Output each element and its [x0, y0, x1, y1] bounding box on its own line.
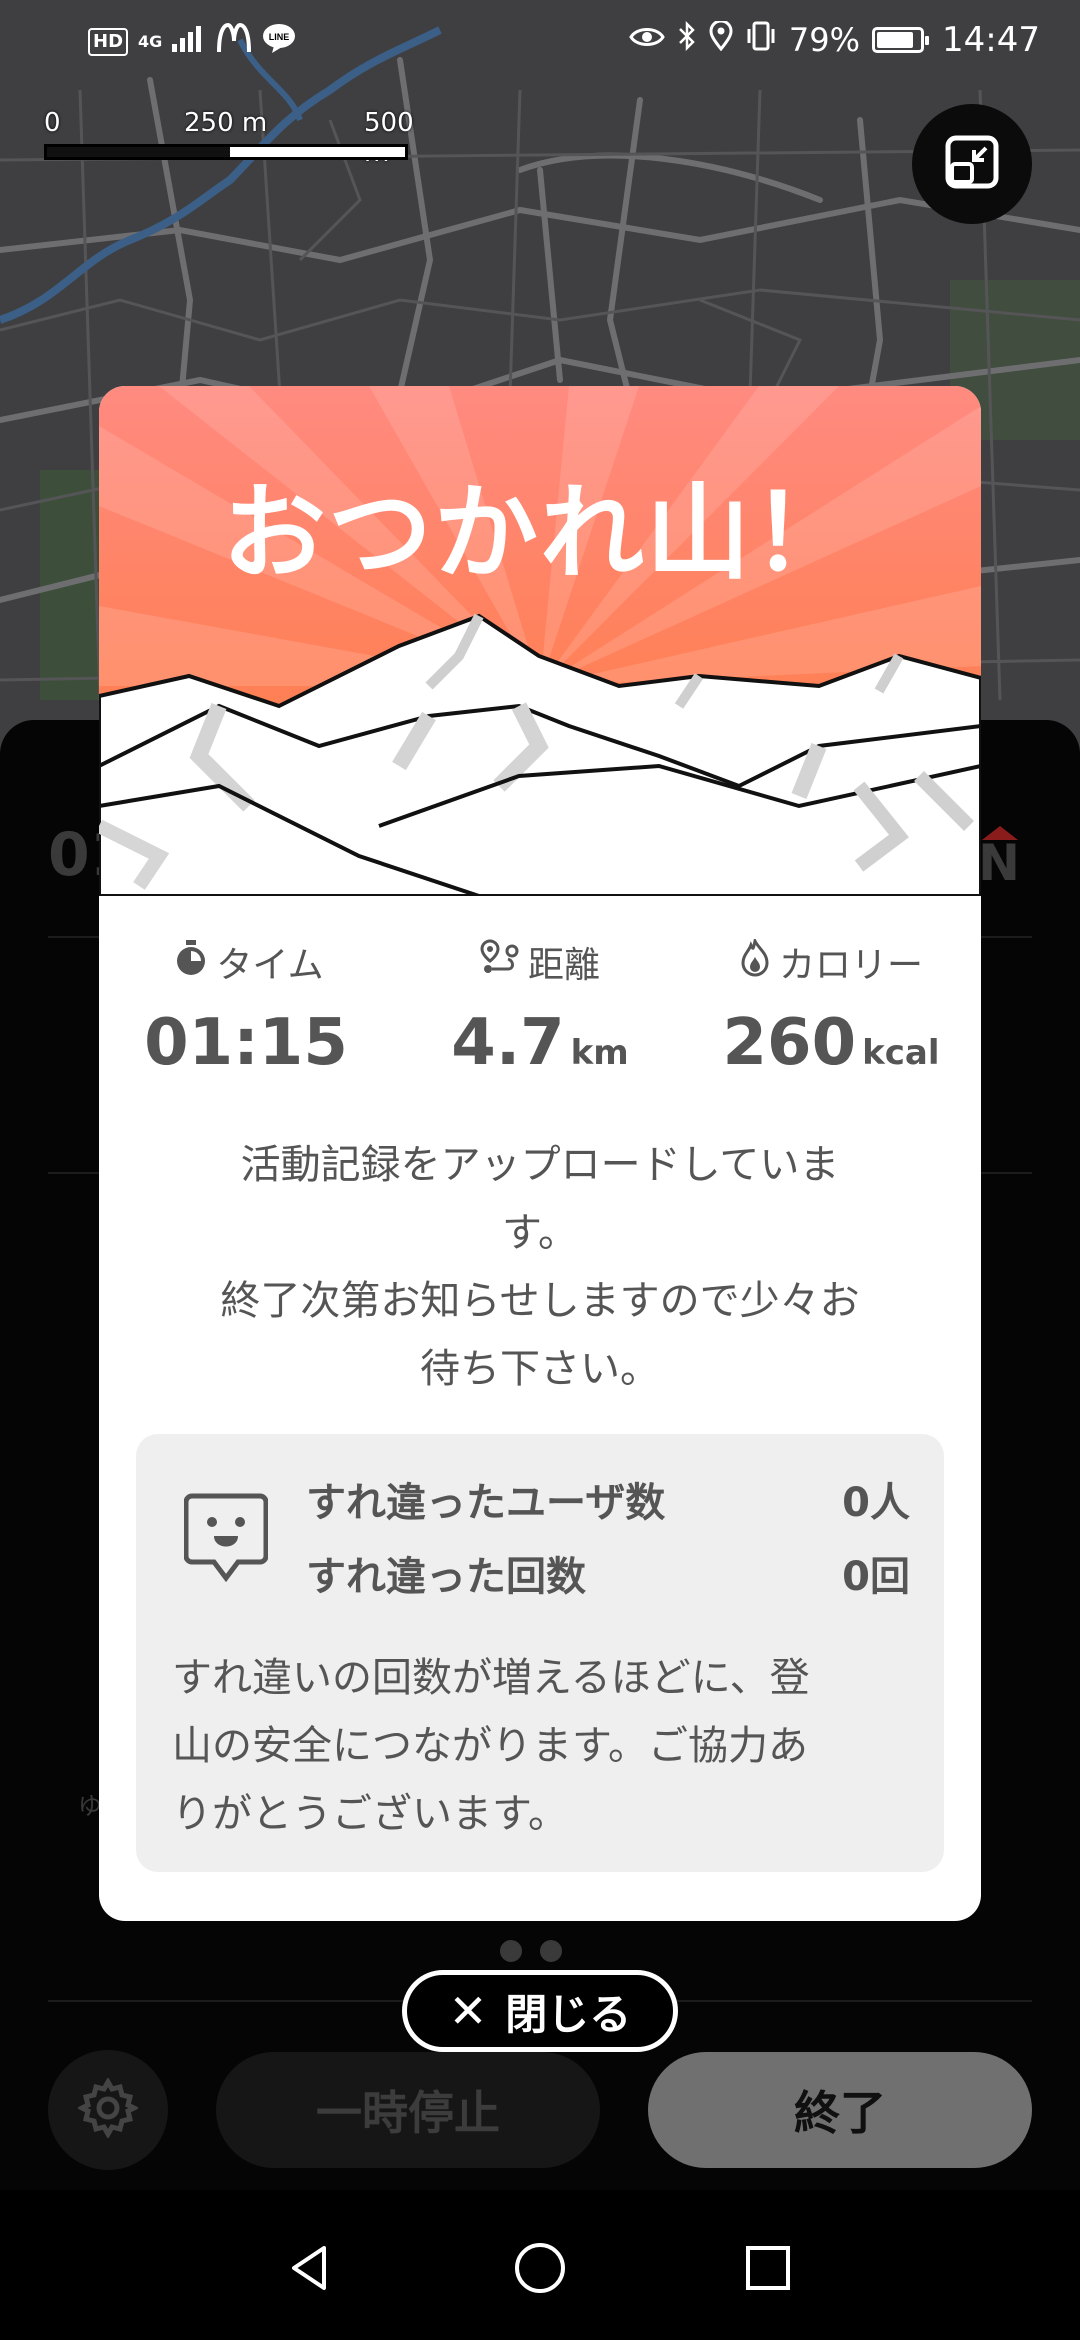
encounter-note-line: りがとうございます。	[172, 1791, 568, 1837]
encounter-card: すれ違ったユーザ数 0人 すれ違った回数 0回 すれ違いの回数が増えるほどに、登…	[136, 1434, 944, 1872]
stats-row: タイム 01:15 距離 4.7 km カロリー 260 kcal	[99, 935, 981, 1086]
location-icon	[709, 19, 733, 59]
dialog-title: おつかれ山！	[221, 472, 858, 594]
line-app-icon: LINE	[262, 22, 296, 62]
hd-indicator: HD	[88, 28, 129, 56]
home-icon	[512, 2240, 568, 2300]
encounter-users-label: すれ違ったユーザ数	[306, 1480, 666, 1526]
stat-unit: kcal	[862, 1033, 940, 1073]
status-left: HD 4G LINE	[88, 22, 296, 62]
status-bar: HD 4G LINE 79% 14:47	[0, 0, 1080, 82]
map-resize-button[interactable]	[912, 104, 1032, 224]
gear-icon	[76, 2076, 140, 2142]
route-icon	[480, 938, 520, 986]
back-button[interactable]	[250, 2200, 370, 2340]
upload-message-line: 終了次第お知らせしますので少々お	[220, 1278, 860, 1324]
encounter-face-icon	[183, 1492, 269, 1586]
compass-partial: N	[978, 834, 1020, 892]
finish-button[interactable]: 終了	[648, 2052, 1032, 2168]
map-scale: 0 250 m 500 m	[44, 108, 414, 168]
map-resize-icon	[942, 132, 1002, 196]
home-button[interactable]	[480, 2200, 600, 2340]
clock: 14:47	[942, 20, 1040, 60]
stat-label: 距離	[527, 945, 600, 986]
bluetooth-icon	[677, 20, 697, 59]
encounter-count-label: すれ違った回数	[306, 1554, 586, 1600]
upload-message-line: 活動記録をアップロードしていま	[240, 1142, 840, 1188]
system-nav-bar	[0, 2200, 1080, 2340]
stat-calories: カロリー 260 kcal	[711, 935, 951, 1080]
close-icon: ✕	[448, 1984, 488, 2038]
scale-label-0: 0	[44, 108, 61, 138]
stat-label: タイム	[216, 945, 324, 986]
upload-message: 活動記録をアップロードしていま す。 終了次第お知らせしますので少々お 待ち下さ…	[165, 1131, 915, 1403]
encounter-note: すれ違いの回数が増えるほどに、登 山の安全につながります。ご協力あ りがとうござ…	[172, 1644, 912, 1848]
encounter-users-value: 0人	[842, 1480, 910, 1526]
hero-banner: おつかれ山！	[99, 386, 981, 896]
network-type: 4G	[138, 32, 163, 51]
encounter-note-line: 山の安全につながります。ご協力あ	[172, 1723, 808, 1769]
timer-icon	[174, 939, 208, 986]
encounter-count-row: すれ違った回数 0回	[306, 1544, 910, 1602]
upload-message-line: す。	[502, 1210, 578, 1256]
stat-distance: 距離 4.7 km	[420, 936, 660, 1080]
svg-text:LINE: LINE	[269, 32, 290, 42]
encounter-users-row: すれ違ったユーザ数 0人	[306, 1470, 910, 1528]
page-dot	[540, 1940, 562, 1962]
battery-icon	[872, 27, 930, 53]
close-button[interactable]: ✕ 閉じる	[402, 1970, 678, 2052]
stat-unit: km	[570, 1033, 629, 1073]
recents-icon	[742, 2242, 794, 2298]
page-dot	[500, 1940, 522, 1962]
scale-bar	[44, 144, 408, 160]
stat-label: カロリー	[778, 945, 923, 986]
stat-value: 4.7	[451, 1006, 565, 1080]
battery-percent: 79%	[788, 21, 861, 59]
stat-time: タイム 01:15	[129, 936, 369, 1080]
stat-value: 260	[722, 1006, 857, 1080]
recents-button[interactable]	[708, 2200, 828, 2340]
settings-button[interactable]	[48, 2050, 168, 2170]
completion-dialog: おつかれ山！ タイム 01:15 距離 4.7 km カロリー 260 kcal…	[99, 386, 981, 1921]
back-icon	[284, 2242, 336, 2298]
signal-icon	[172, 24, 206, 60]
encounter-note-line: すれ違いの回数が増えるほどに、登	[172, 1655, 810, 1701]
flame-icon	[739, 935, 771, 986]
encounter-count-value: 0回	[842, 1554, 910, 1600]
stat-value: 01:15	[144, 1006, 348, 1080]
pause-button[interactable]: 一時停止	[216, 2052, 600, 2168]
status-right: 79% 14:47	[629, 19, 1040, 60]
scale-label-250: 250 m	[184, 108, 268, 138]
activity-controls: 一時停止 終了	[0, 2050, 1080, 2170]
close-button-label: 閉じる	[505, 1989, 632, 2039]
upload-message-line: 待ち下さい。	[420, 1346, 660, 1392]
page-indicator	[500, 1940, 562, 1962]
eye-icon	[629, 23, 665, 58]
mcdonalds-app-icon	[216, 22, 252, 61]
vibrate-icon	[745, 21, 777, 59]
